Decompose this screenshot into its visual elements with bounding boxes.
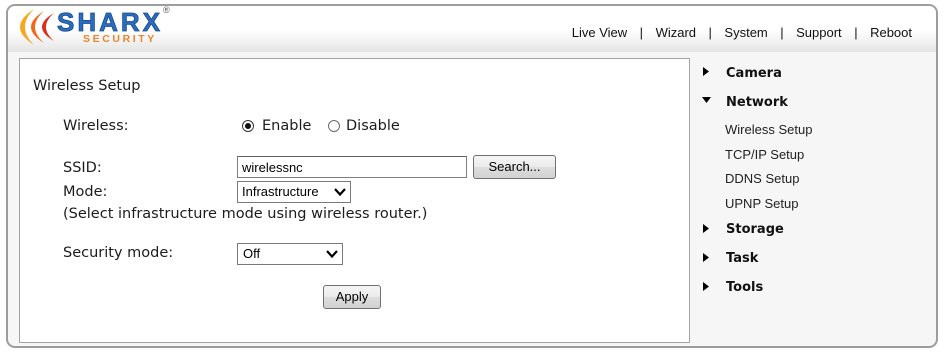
security-mode-select[interactable]: Off	[237, 243, 343, 265]
registered-mark: ®	[163, 5, 170, 15]
nav-live-view[interactable]: Live View	[572, 25, 627, 41]
nav-separator: |	[854, 25, 858, 40]
radio-disable[interactable]	[328, 120, 340, 132]
page-title: Wireless Setup	[33, 78, 141, 94]
sidebar-section-label: Network	[726, 95, 788, 110]
sidebar-item-wireless-setup[interactable]: Wireless Setup	[725, 122, 812, 138]
wireless-label: Wireless:	[63, 118, 129, 134]
radio-disable-label: Disable	[346, 118, 400, 134]
security-mode-value: Off	[243, 246, 261, 261]
chevron-down-icon	[334, 188, 346, 196]
nav-separator: |	[708, 25, 712, 40]
sidebar-section-label: Tools	[726, 280, 764, 295]
nav-system[interactable]: System	[724, 25, 767, 41]
radio-enable[interactable]	[242, 120, 254, 132]
mode-select-value: Infrastructure	[242, 184, 319, 199]
right-triangle-icon	[703, 253, 709, 262]
logo-tagline: SECURITY	[83, 33, 157, 45]
sidebar-item-tcpip-setup[interactable]: TCP/IP Setup	[725, 147, 804, 163]
right-triangle-icon	[703, 282, 709, 291]
sidebar-section-label: Storage	[726, 222, 784, 237]
radio-dot	[245, 123, 251, 129]
sidebar-section-label: Task	[726, 251, 759, 266]
ssid-input[interactable]	[237, 156, 467, 178]
logo-brand: SHARX	[57, 7, 164, 37]
sidebar-section-label: Camera	[726, 66, 782, 81]
search-button[interactable]: Search...	[473, 155, 556, 179]
nav-wizard[interactable]: Wizard	[656, 25, 696, 41]
top-nav: Live View | Wizard | System | Support | …	[572, 25, 912, 41]
right-triangle-icon	[703, 67, 709, 76]
ssid-label: SSID:	[63, 160, 102, 176]
nav-separator: |	[639, 25, 644, 40]
apply-button[interactable]: Apply	[323, 285, 381, 309]
down-triangle-icon	[702, 97, 711, 103]
radio-enable-label: Enable	[262, 118, 312, 134]
mode-label: Mode:	[63, 184, 108, 200]
chevron-down-icon	[326, 250, 338, 258]
sidebar-item-ddns-setup[interactable]: DDNS Setup	[725, 171, 799, 187]
security-mode-label: Security mode:	[63, 245, 174, 261]
mode-hint: (Select infrastructure mode using wirele…	[63, 206, 428, 222]
sidebar-item-upnp-setup[interactable]: UPNP Setup	[725, 196, 798, 212]
nav-separator: |	[780, 25, 784, 40]
logo-swoosh-icon	[20, 9, 54, 45]
mode-select[interactable]: Infrastructure	[237, 181, 351, 203]
nav-support[interactable]: Support	[796, 25, 842, 41]
nav-reboot[interactable]: Reboot	[870, 25, 912, 41]
right-triangle-icon	[703, 224, 709, 233]
